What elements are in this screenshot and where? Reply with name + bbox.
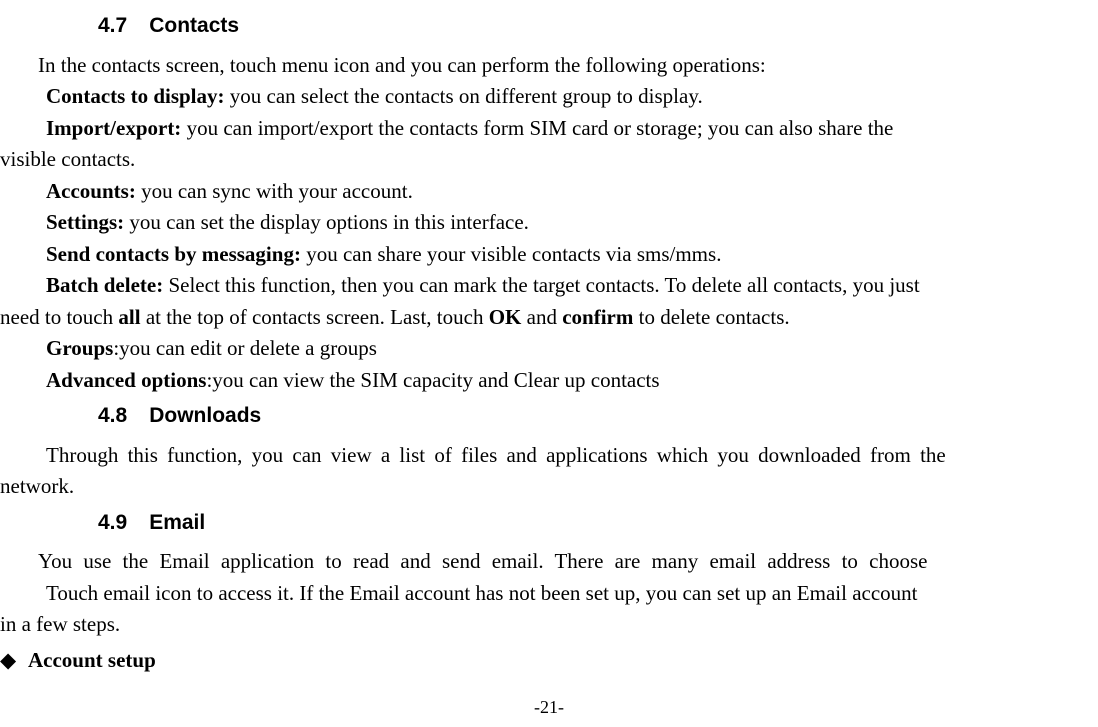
text: at the top of contacts screen. Last, tou… <box>141 305 489 329</box>
item-contacts-to-display: Contacts to display: you can select the … <box>0 81 1098 113</box>
item-import-export-line1: Import/export: you can import/export the… <box>0 113 1098 145</box>
item-settings: Settings: you can set the display option… <box>0 207 1098 239</box>
text: to delete contacts. <box>633 305 789 329</box>
diamond-bullet-icon: ◆ <box>0 645 28 677</box>
intro-paragraph: In the contacts screen, touch menu icon … <box>0 50 1098 82</box>
text: :you can edit or delete a groups <box>113 336 377 360</box>
label: Batch delete: <box>46 273 168 297</box>
item-batch-delete-line1: Batch delete: Select this function, then… <box>0 270 1098 302</box>
bullet-label: Account setup <box>28 648 156 672</box>
text: you can select the contacts on different… <box>225 84 703 108</box>
downloads-paragraph-line1: Through this function, you can view a li… <box>0 440 1098 472</box>
downloads-paragraph-line2: network. <box>0 471 1098 503</box>
ok-word: OK <box>489 305 522 329</box>
label: Import/export: <box>46 116 181 140</box>
email-line2b: in a few steps. <box>0 609 1098 641</box>
text: Touch email icon to access it. If the Em… <box>46 581 918 605</box>
heading-4-7: 4.7 Contacts <box>98 10 1098 42</box>
document-page: 4.7 Contacts In the contacts screen, touc… <box>0 0 1098 727</box>
label: Advanced options <box>46 368 206 392</box>
text: you can sync with your account. <box>136 179 413 203</box>
item-send-messaging: Send contacts by messaging: you can shar… <box>0 239 1098 271</box>
text: Select this function, then you can mark … <box>168 273 919 297</box>
all-word: all <box>118 305 140 329</box>
page-number: -21- <box>0 694 1098 721</box>
email-line2a: Touch email icon to access it. If the Em… <box>0 578 1098 610</box>
email-line1: You use the Email application to read an… <box>0 546 1098 578</box>
confirm-word: confirm <box>562 305 633 329</box>
item-groups: Groups:you can edit or delete a groups <box>0 333 1098 365</box>
heading-number: 4.8 <box>98 400 127 432</box>
item-import-export-line2: visible contacts. <box>0 144 1098 176</box>
text: :you can view the SIM capacity and Clear… <box>206 368 659 392</box>
text: visible contacts. <box>0 147 135 171</box>
heading-number: 4.7 <box>98 10 127 42</box>
and-word: and <box>521 305 562 329</box>
item-batch-delete-line2: need to touch all at the top of contacts… <box>0 302 1098 334</box>
heading-title: Contacts <box>149 14 239 37</box>
text: In the contacts screen, touch menu icon … <box>38 53 766 77</box>
text: you can set the display options in this … <box>124 210 529 234</box>
label: Contacts to display: <box>46 84 225 108</box>
text: Through this function, you can view a li… <box>46 443 946 467</box>
text: network. <box>0 474 74 498</box>
heading-number: 4.9 <box>98 507 127 539</box>
text: in a few steps. <box>0 612 120 636</box>
item-advanced-options: Advanced options:you can view the SIM ca… <box>0 365 1098 397</box>
label: Send contacts by messaging: <box>46 242 301 266</box>
label: Groups <box>46 336 113 360</box>
heading-title: Downloads <box>149 404 261 427</box>
heading-title: Email <box>149 511 205 534</box>
heading-4-8: 4.8 Downloads <box>98 400 1098 432</box>
label: Accounts: <box>46 179 136 203</box>
text: You use the Email application to read an… <box>38 549 928 573</box>
bullet-account-setup: ◆Account setup <box>0 645 1098 677</box>
page-number-text: -21- <box>534 697 564 717</box>
item-accounts: Accounts: you can sync with your account… <box>0 176 1098 208</box>
label: Settings: <box>46 210 124 234</box>
heading-4-9: 4.9 Email <box>98 507 1098 539</box>
text: need to touch <box>0 305 118 329</box>
text: you can import/export the contacts form … <box>181 116 893 140</box>
text: you can share your visible contacts via … <box>301 242 722 266</box>
